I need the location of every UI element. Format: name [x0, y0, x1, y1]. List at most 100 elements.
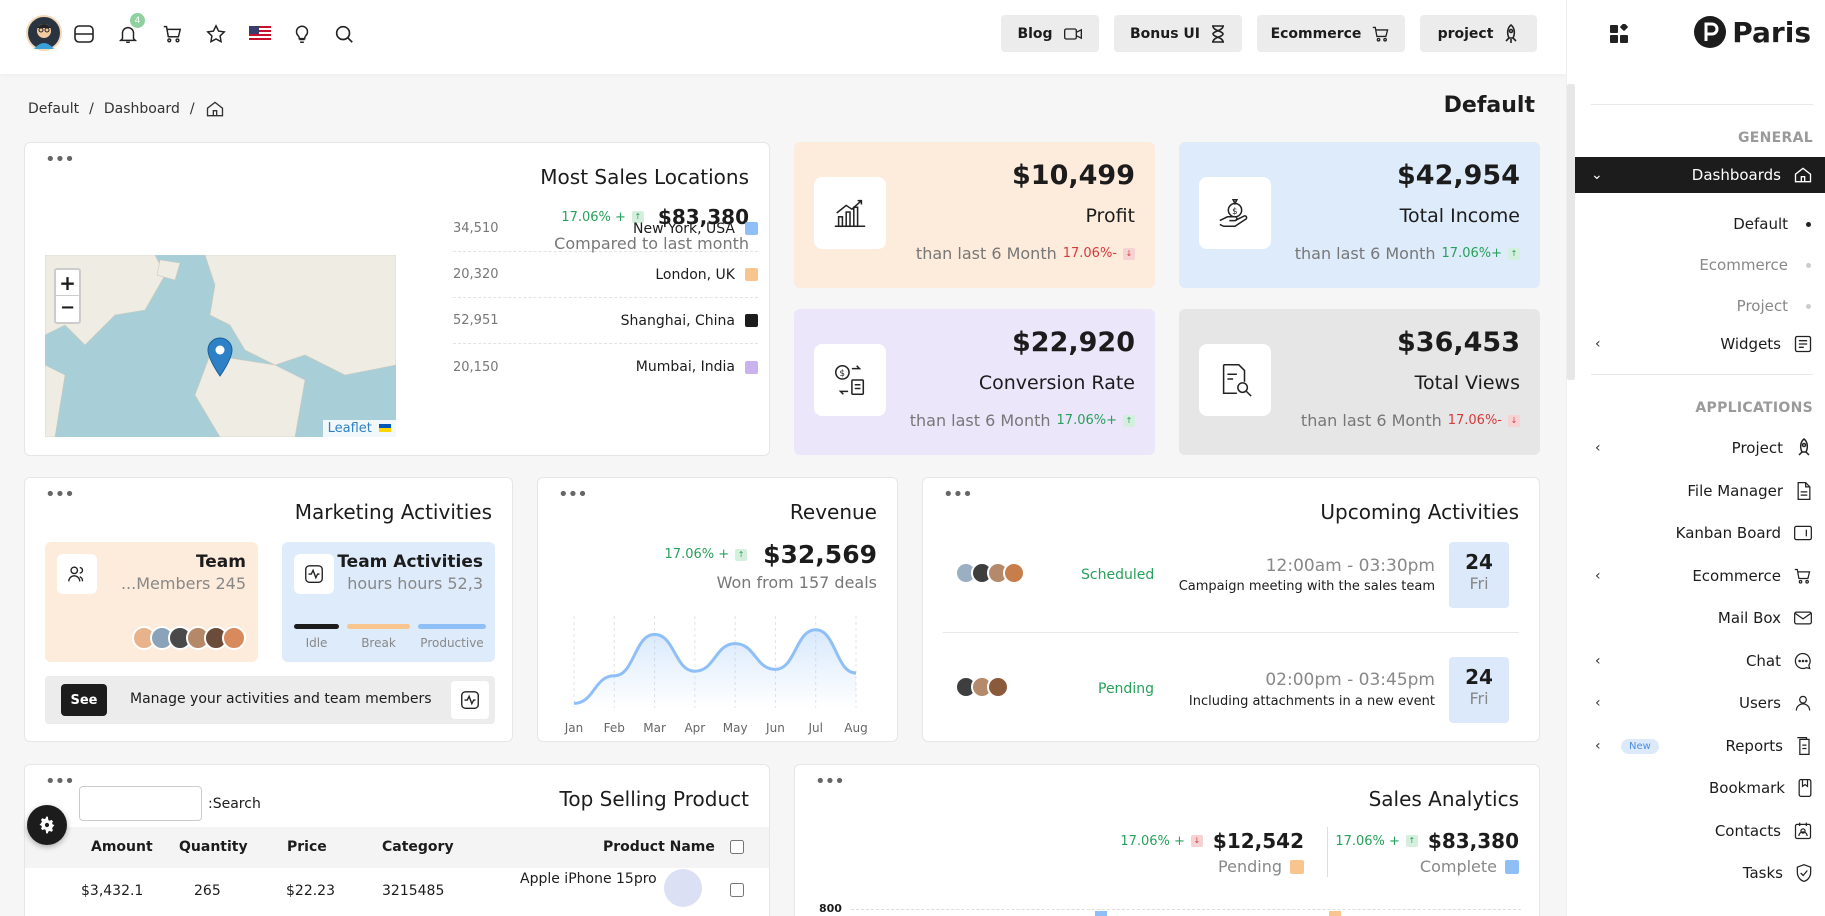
brand-logo[interactable]: Paris	[1692, 14, 1811, 50]
map-attribution[interactable]: Leaflet	[322, 420, 396, 437]
map-zoom-out-button[interactable]: −	[56, 296, 79, 322]
map-zoom-in-button[interactable]: +	[56, 270, 79, 296]
settings-button[interactable]	[27, 805, 67, 845]
sidebar-item-ecommerce[interactable]: ‹ Ecommerce	[1577, 558, 1813, 594]
svg-text:$: $	[840, 369, 845, 379]
activity-pulse-icon	[294, 554, 334, 594]
arrow-up-icon: ↑	[1508, 247, 1520, 260]
sidebar-divider	[1591, 104, 1813, 105]
avatar[interactable]	[987, 676, 1009, 698]
more-options-icon[interactable]: •••	[45, 486, 75, 504]
most-sales-card: ••• Most Sales Locations 17.06% + ↑ $83,…	[24, 142, 770, 456]
select-all-checkbox[interactable]	[730, 840, 744, 854]
sidebar-item-users[interactable]: ‹ Users	[1577, 685, 1813, 721]
productive-bar	[418, 624, 486, 629]
x-tick-label: Mar	[643, 721, 666, 735]
activity-date: 24 Fri	[1449, 542, 1509, 608]
more-options-icon[interactable]: •••	[943, 486, 973, 504]
sidebar-item-file-manager[interactable]: File Manager	[1577, 473, 1813, 509]
bonus-ui-button[interactable]: Bonus UI	[1114, 15, 1242, 52]
sidebar: Paris GENERAL ⌄ Dashboards Default Ecomm…	[1566, 0, 1825, 916]
profit-value: $10,499	[1012, 160, 1135, 191]
chevron-left-icon: ‹	[1595, 440, 1601, 456]
column-amount[interactable]: Amount	[91, 839, 153, 855]
more-options-icon[interactable]: •••	[45, 151, 75, 169]
column-category[interactable]: Category	[382, 839, 454, 855]
arrow-up-icon: ↑	[1405, 835, 1418, 847]
sidebar-sub-project[interactable]: Project	[1737, 297, 1811, 315]
lightbulb-icon[interactable]	[286, 18, 318, 50]
product-thumbnail	[664, 869, 702, 907]
manage-bar: See Manage your activities and team memb…	[45, 676, 495, 724]
see-button[interactable]: See	[61, 684, 107, 716]
breadcrumb-dashboard[interactable]: Dashboard	[104, 101, 180, 117]
table-header: Amount Quantity Price Category Product N…	[25, 827, 769, 868]
avatar[interactable]	[1003, 562, 1025, 584]
sidebar-item-contacts[interactable]: Contacts	[1577, 813, 1813, 849]
ecommerce-button[interactable]: Ecommerce	[1257, 15, 1405, 52]
upcoming-title: Upcoming Activities	[1320, 500, 1519, 524]
breadcrumb: Default / Dashboard /	[28, 99, 225, 119]
activity-time: 02:00pm - 03:45pm	[1265, 670, 1435, 690]
layout-icon[interactable]	[68, 18, 100, 50]
kanban-icon	[1794, 525, 1812, 541]
team-box: Team ...Members 245	[45, 542, 258, 662]
project-button[interactable]: project	[1420, 15, 1537, 52]
star-icon[interactable]	[200, 18, 232, 50]
total-income-value: $42,954	[1397, 160, 1520, 191]
more-options-icon[interactable]: •••	[45, 773, 75, 791]
brand-name: Paris	[1732, 15, 1811, 49]
bullet-icon	[1806, 262, 1811, 268]
more-options-icon[interactable]: •••	[558, 486, 588, 504]
avatar[interactable]	[222, 626, 246, 650]
sidebar-item-tasks[interactable]: Tasks	[1577, 855, 1813, 891]
sales-map[interactable]: + − Leaflet	[45, 255, 396, 437]
user-avatar[interactable]	[26, 15, 62, 51]
sidebar-item-project[interactable]: ‹ Project	[1577, 430, 1813, 466]
map-zoom-control: + −	[54, 268, 81, 324]
chat-icon	[1794, 652, 1811, 670]
search-input[interactable]	[79, 786, 202, 821]
column-price[interactable]: Price	[287, 839, 327, 855]
sales-analytics-card: ••• Sales Analytics 17.06% + ↑ $83,380 C…	[794, 764, 1540, 916]
column-product-name[interactable]: Product Name	[603, 839, 715, 855]
gear-icon	[39, 816, 55, 834]
sidebar-sub-default[interactable]: Default	[1733, 215, 1811, 233]
arrow-up-icon: ↑	[1123, 414, 1135, 427]
hourglass-icon	[1212, 24, 1224, 43]
legend-swatch	[1505, 859, 1519, 874]
chevron-left-icon: ‹	[1595, 336, 1601, 352]
bar-pending	[1329, 911, 1341, 916]
legend-swatch	[745, 314, 758, 327]
legend-productive: Productive	[420, 636, 484, 650]
sidebar-item-mail-box[interactable]: Mail Box	[1577, 600, 1813, 636]
column-quantity[interactable]: Quantity	[179, 839, 248, 855]
sidebar-sub-ecommerce[interactable]: Ecommerce	[1699, 256, 1811, 274]
sidebar-item-bookmark[interactable]: Bookmark	[1577, 770, 1813, 806]
sidebar-item-widgets[interactable]: ‹ Widgets	[1577, 326, 1813, 362]
sidebar-item-reports[interactable]: ‹ New Reports	[1577, 728, 1813, 764]
conversion-rate-value: $22,920	[1012, 327, 1135, 358]
sidebar-item-kanban-board[interactable]: Kanban Board	[1577, 515, 1813, 551]
cart-icon[interactable]	[156, 18, 188, 50]
home-icon[interactable]	[205, 99, 225, 119]
status-badge: Pending	[1098, 681, 1154, 697]
activity-pulse-icon[interactable]	[451, 681, 489, 719]
sidebar-item-chat[interactable]: ‹ Chat	[1577, 643, 1813, 679]
grid-icon[interactable]	[1609, 23, 1629, 48]
scrollbar[interactable]	[1567, 84, 1575, 380]
more-options-icon[interactable]: •••	[815, 773, 845, 791]
sidebar-item-dashboards[interactable]: ⌄ Dashboards	[1573, 157, 1825, 193]
video-camera-icon	[1063, 27, 1082, 40]
chevron-down-icon: ⌄	[1591, 167, 1603, 183]
revenue-title: Revenue	[789, 500, 877, 524]
legend-swatch	[745, 360, 758, 374]
breadcrumb-default[interactable]: Default	[28, 101, 79, 117]
manage-text: Manage your activities and team members	[130, 691, 432, 707]
map-marker-icon[interactable]	[207, 337, 233, 377]
blog-button[interactable]: Blog	[1001, 15, 1099, 52]
total-income-card: $ $42,954 Total Income than last 6 Month…	[1179, 142, 1540, 288]
us-flag-icon[interactable]	[244, 18, 276, 50]
row-checkbox[interactable]	[730, 883, 744, 897]
search-icon[interactable]	[328, 18, 360, 50]
